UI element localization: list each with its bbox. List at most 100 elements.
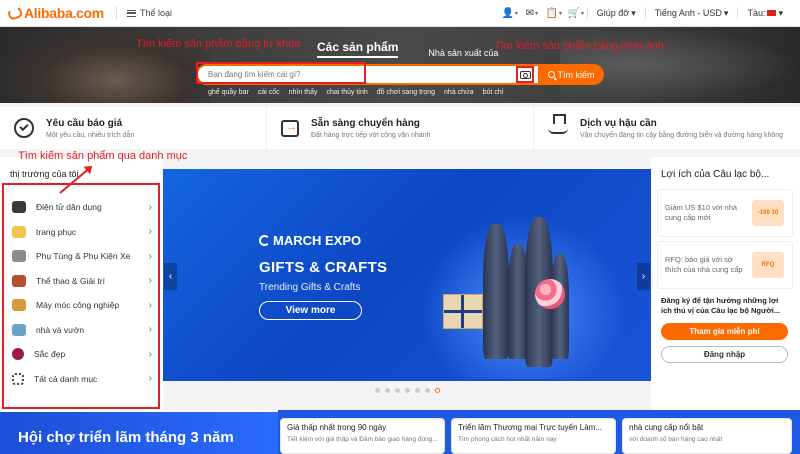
- category-label: trang phục: [36, 226, 77, 237]
- category-menu-label: Thể loại: [139, 8, 172, 18]
- slide-dot[interactable]: [385, 388, 390, 393]
- caret-down-icon: ▾: [723, 7, 729, 18]
- search-icon: [547, 71, 555, 78]
- keyword-link[interactable]: nhà chứa: [444, 89, 474, 96]
- brand-logo-icon: [259, 235, 270, 246]
- language-menu[interactable]: Tiếng Anh - USD ▾: [644, 7, 738, 19]
- top-navbar: Alibaba.com Thể loại 👤 ▾ ✉ ▾ 📋 ▾ 🛒 ▾ Giúp đỡ…: [0, 0, 800, 27]
- search-hero: Các sản phẩm Nhà sản xuất của Tìm kiếm g…: [0, 27, 800, 103]
- slide-dot[interactable]: [395, 388, 400, 393]
- trade-fair-title: Hội chợ triển lãm tháng 3 năm: [18, 429, 234, 446]
- cart-button[interactable]: 🛒 ▾: [565, 8, 587, 19]
- cargo-ship-icon: [548, 114, 568, 134]
- category-item[interactable]: Máy móc công nghiệp ›: [4, 293, 158, 318]
- deal-title: nhà cung cấp nổi bật: [629, 423, 704, 432]
- deal-desc: với doanh số bán hàng cao nhất: [629, 436, 723, 443]
- promo-banner[interactable]: MARCH EXPO GIFTS & CRAFTS Trending Gifts…: [163, 169, 651, 381]
- alibaba-logo[interactable]: Alibaba.com: [6, 4, 104, 22]
- club-title: Lợi ích của Câu lạc bộ...: [661, 169, 770, 180]
- club-benefit-card[interactable]: RFQ: báo giá với sở thích của nhà cung c…: [657, 241, 793, 289]
- ship-to-label: Tàu:: [747, 8, 766, 18]
- hamburger-icon: [126, 9, 136, 17]
- service-text: Dịch vụ hậu cần Vận chuyển đáng tin cậy …: [580, 118, 783, 139]
- slide-dot[interactable]: [425, 388, 430, 393]
- service-ready-to-ship[interactable]: Sẵn sàng chuyển hàng Đặt hàng trực tiếp …: [267, 107, 534, 149]
- chevron-right-icon: ›: [148, 373, 152, 385]
- tab-products[interactable]: Các sản phẩm: [317, 40, 399, 58]
- category-item[interactable]: Sắc đẹp ›: [4, 342, 158, 367]
- caret-down-icon: ▾: [580, 10, 584, 17]
- keyword-link[interactable]: đồ chơi sang trọng: [377, 89, 435, 96]
- slide-dot-active[interactable]: [435, 388, 440, 393]
- keyword-link[interactable]: ghế quầy bar: [208, 89, 249, 96]
- deal-desc: Tìm phong cách hot nhất năm nay: [458, 436, 557, 443]
- search-button-label: Tìm kiếm: [557, 69, 595, 80]
- banner-next-button[interactable]: ›: [637, 263, 650, 290]
- trending-keywords: ghế quầy bar cái cốc nhìn thấy chai thủy…: [208, 89, 504, 96]
- image-search-button[interactable]: [516, 66, 534, 83]
- message-icon: ✉: [525, 7, 534, 19]
- slide-dot[interactable]: [405, 388, 410, 393]
- service-title: Yêu cầu báo giá: [46, 117, 123, 129]
- messages-button[interactable]: ✉ ▾: [521, 8, 543, 19]
- category-item[interactable]: Điện tử dân dụng ›: [4, 195, 158, 220]
- club-benefit-card[interactable]: Giảm US $10 với nhà cung cấp mới -100 10: [657, 189, 793, 237]
- deal-card[interactable]: Triển lãm Thương mại Trực tuyến Làm... T…: [451, 418, 616, 454]
- category-label: nhà và vườn: [36, 324, 85, 335]
- clipboard-icon: 📋: [545, 7, 558, 19]
- view-more-button[interactable]: View more: [259, 301, 362, 320]
- slide-dot[interactable]: [415, 388, 420, 393]
- checkmark-circle-icon: [14, 118, 34, 138]
- top-right-actions: 👤 ▾ ✉ ▾ 📋 ▾ 🛒 ▾ Giúp đỡ ▾ Tiếng Anh - USD ▾ Tà…: [499, 0, 792, 26]
- service-title: Sẵn sàng chuyển hàng: [311, 117, 420, 129]
- chevron-right-icon: ›: [148, 201, 152, 213]
- chevron-right-icon: ›: [148, 324, 152, 336]
- alibaba-logo-icon: [6, 4, 24, 22]
- banner-subtitle: Trending Gifts & Crafts: [259, 282, 361, 293]
- category-item[interactable]: Tất cả danh mục ›: [4, 367, 158, 392]
- service-logistics[interactable]: Dịch vụ hậu cần Vận chuyển đáng tin cậy …: [534, 107, 800, 149]
- category-list: Điện tử dân dụng › trang phục › Phụ Tùng &…: [2, 183, 160, 409]
- category-label: Máy móc công nghiệp: [36, 300, 120, 311]
- category-item[interactable]: trang phục ›: [4, 220, 158, 245]
- caret-down-icon: ▾: [514, 10, 518, 17]
- service-desc: Vận chuyển đáng tin cậy bằng đường biển …: [580, 131, 784, 139]
- keyword-search-highlight: [196, 62, 366, 84]
- services-row: Yêu cầu báo giá Một yêu cầu, nhiều trích…: [0, 107, 800, 149]
- chevron-right-icon: ›: [641, 271, 646, 282]
- banner-prev-button[interactable]: ‹: [164, 263, 177, 290]
- club-benefit-text: RFQ: báo giá với sở thích của nhà cung c…: [665, 255, 743, 274]
- ship-to-menu[interactable]: Tàu: ▾: [737, 7, 792, 19]
- sign-in-button[interactable]: Đăng nhập: [661, 346, 788, 363]
- slide-dot[interactable]: [375, 388, 380, 393]
- deal-card[interactable]: Giá thấp nhất trong 90 ngày Tiết kiệm vớ…: [280, 418, 445, 454]
- category-item[interactable]: Phụ Tùng & Phụ Kiện Xe ›: [4, 244, 158, 269]
- search-button[interactable]: Tìm kiếm: [538, 64, 604, 85]
- deal-card[interactable]: nhà cung cấp nổi bật với doanh số bán hà…: [622, 418, 792, 454]
- service-request-quote[interactable]: Yêu cầu báo giá Một yêu cầu, nhiều trích…: [0, 107, 267, 149]
- chevron-right-icon: ›: [148, 275, 152, 287]
- tab-manufacturers[interactable]: Nhà sản xuất của: [428, 48, 498, 58]
- club-benefit-text: Giảm US $10 với nhà cung cấp mới: [665, 203, 738, 222]
- service-desc: Một yêu cầu, nhiều trích dẫn: [46, 131, 135, 139]
- keyword-link[interactable]: chai thủy tinh: [326, 89, 367, 96]
- category-menu-button[interactable]: Thể loại: [115, 6, 172, 20]
- trade-fair-banner[interactable]: Hội chợ triển lãm tháng 3 năm: [0, 412, 278, 454]
- rfq-thumb: RFQ: [752, 252, 784, 278]
- category-item[interactable]: nhà và vườn ›: [4, 318, 158, 343]
- keyword-search-annotation: Tìm kiếm sản phẩm bằng từ khóa: [136, 38, 301, 50]
- keyword-link[interactable]: bút chì: [483, 89, 504, 96]
- chevron-right-icon: ›: [148, 250, 152, 262]
- category-search-annotation: Tìm kiếm sản phẩm qua danh mục: [18, 150, 188, 162]
- keyword-link[interactable]: nhìn thấy: [289, 89, 318, 96]
- category-item[interactable]: Thể thao & Giải trí ›: [4, 269, 158, 294]
- help-menu[interactable]: Giúp đỡ ▾: [586, 7, 645, 19]
- keyword-link[interactable]: cái cốc: [258, 89, 280, 96]
- account-button[interactable]: 👤 ▾: [499, 8, 521, 19]
- join-free-button[interactable]: Tham gia miễn phí: [661, 323, 788, 340]
- my-market-title: thị trường của tôi: [10, 169, 79, 179]
- banner-title: GIFTS & CRAFTS: [259, 259, 388, 276]
- orders-button[interactable]: 📋 ▾: [543, 8, 565, 19]
- sports-icon: [12, 274, 26, 287]
- home-garden-icon: [12, 323, 26, 336]
